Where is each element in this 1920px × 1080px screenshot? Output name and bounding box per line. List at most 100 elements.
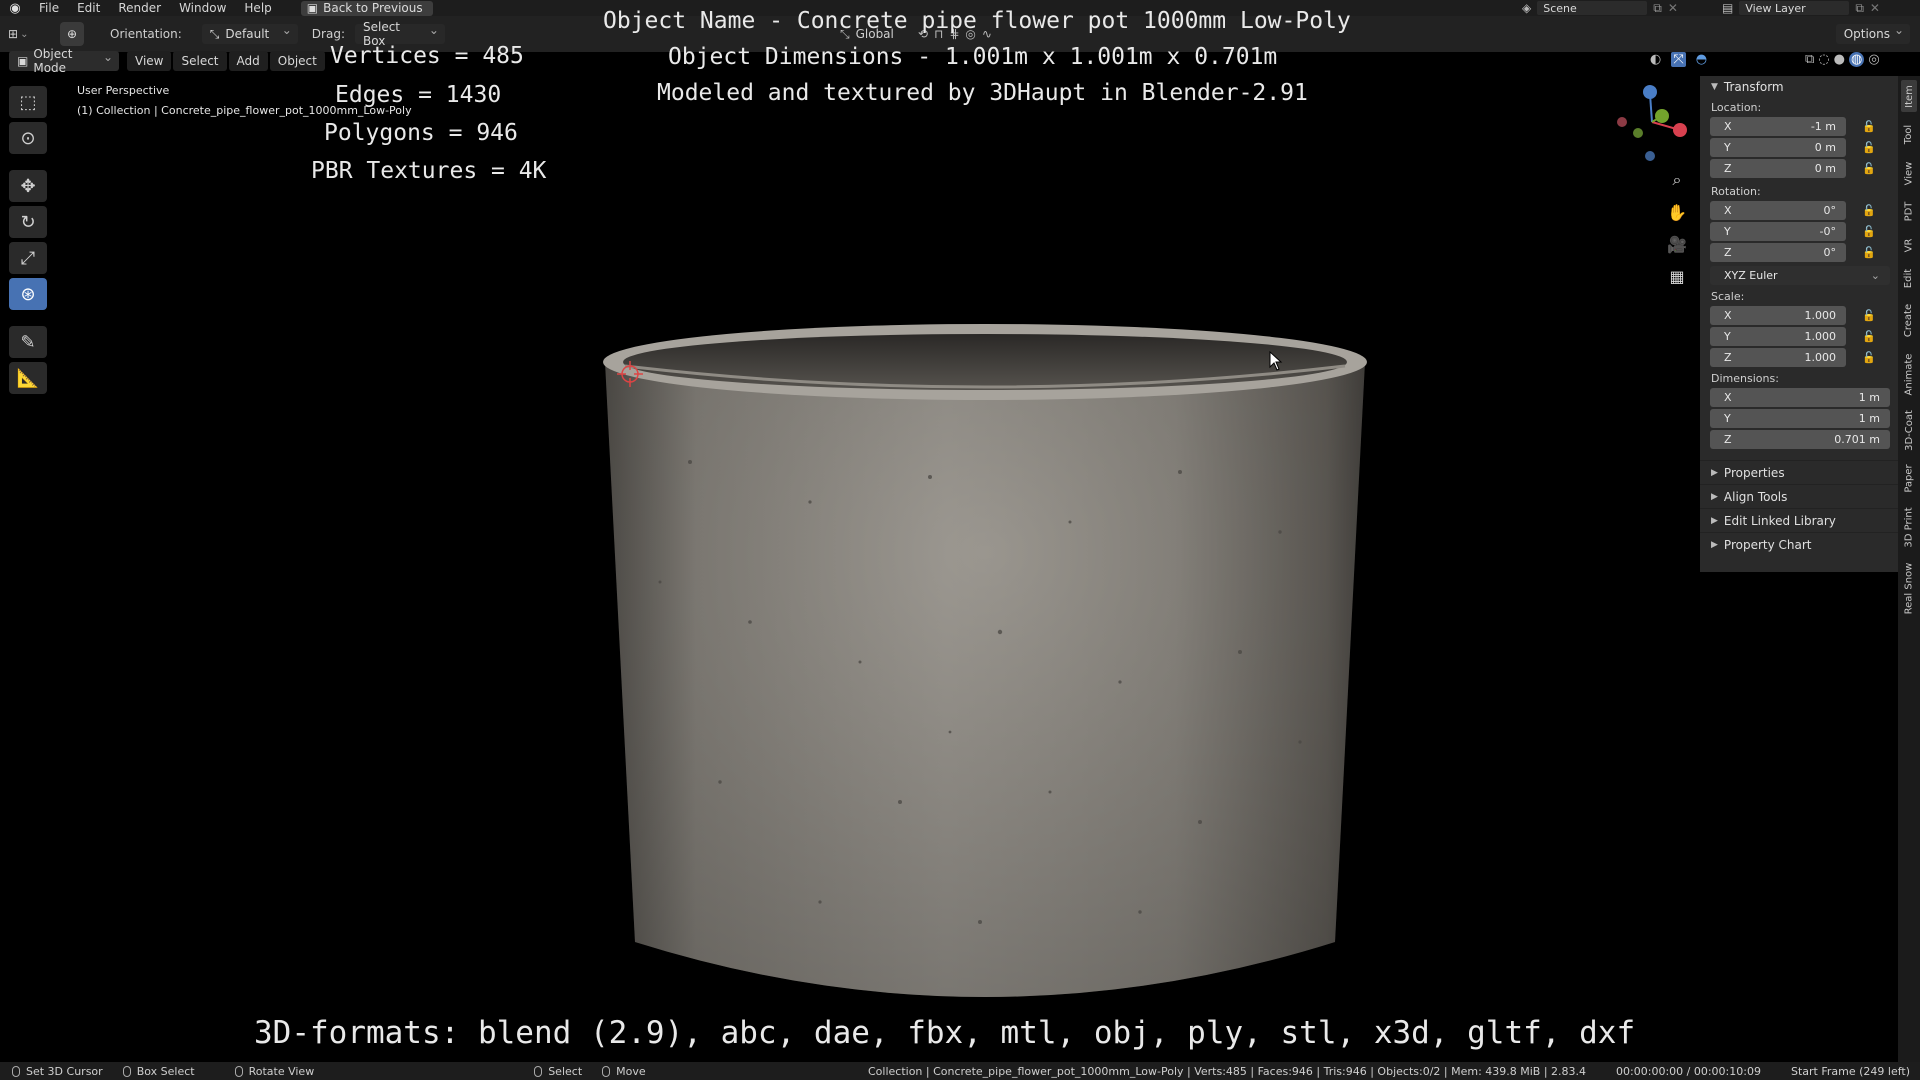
orientation-dropdown[interactable]: ⤡ Default [201, 23, 298, 44]
back-to-previous-button[interactable]: ▣ Back to Previous [300, 0, 433, 16]
delete-view-layer-icon[interactable]: ✕ [1870, 1, 1880, 15]
navigation-gizmo[interactable] [1610, 82, 1690, 166]
gizmo-toggle-icon[interactable]: ⤧ [1671, 52, 1686, 67]
property-chart-panel-header[interactable]: ▶ Property Chart [1700, 532, 1898, 556]
tab-item[interactable]: Item [1901, 80, 1917, 112]
zoom-icon[interactable]: ⌕ [1662, 168, 1692, 192]
transform-tool-icon[interactable]: ⊛ [9, 278, 47, 310]
material-shading-icon[interactable]: ◍ [1848, 52, 1865, 67]
scale-z-field[interactable]: Z 1.000 [1710, 347, 1846, 367]
measure-tool-icon[interactable]: 📐 [9, 362, 47, 394]
tab-3d-coat[interactable]: 3D-Coat [1901, 406, 1917, 454]
menu-render[interactable]: Render [109, 0, 170, 16]
rendered-shading-icon[interactable]: ◎ [1868, 52, 1879, 67]
properties-panel-header[interactable]: ▶ Properties [1700, 460, 1898, 484]
menu-window[interactable]: Window [170, 0, 235, 16]
tab-paper[interactable]: Paper [1901, 460, 1917, 496]
cursor-tool-icon[interactable]: ⊙ [9, 122, 47, 154]
lock-icon[interactable]: 🔓 [1862, 162, 1876, 175]
sidebar-tabs: Item Tool View PDT VR Edit Create Animat… [1898, 76, 1920, 1064]
viewport-overlay-controls: ◐ ⤧ ◓ [1650, 52, 1707, 67]
camera-view-icon[interactable]: 🎥 [1662, 232, 1692, 256]
dimensions-x-field[interactable]: X1 m [1710, 387, 1890, 407]
object-mode-icon: ▣ [17, 54, 29, 68]
lock-icon[interactable]: 🔓 [1862, 351, 1876, 364]
menu-help[interactable]: Help [235, 0, 280, 16]
tab-animate[interactable]: Animate [1901, 348, 1917, 400]
overlay-polygons: Polygons = 946 [324, 120, 518, 146]
scale-tool-icon[interactable]: ⤢ [9, 242, 47, 274]
options-dropdown[interactable]: Options [1835, 23, 1910, 44]
rotate-tool-icon[interactable]: ↻ [9, 206, 47, 238]
tab-view[interactable]: View [1901, 156, 1917, 190]
menu-file[interactable]: File [30, 0, 68, 16]
xray-icon[interactable]: ⧉ [1805, 52, 1814, 67]
menu-view[interactable]: View [127, 51, 172, 71]
select-box-tool-icon[interactable]: ⬚ [9, 86, 47, 118]
rotation-mode-dropdown[interactable]: XYZ Euler ⌄ [1710, 265, 1890, 285]
menu-add[interactable]: Add [228, 51, 268, 71]
lock-icon[interactable]: 🔓 [1862, 309, 1876, 322]
overlay-pbr-textures: PBR Textures = 4K [311, 158, 547, 184]
location-z-field[interactable]: Z0 m [1710, 158, 1846, 178]
solid-shading-icon[interactable]: ● [1834, 52, 1845, 67]
location-y-field[interactable]: Y0 m [1710, 137, 1846, 157]
rotation-x-field[interactable]: X 0° [1710, 200, 1846, 220]
scale-x-field[interactable]: X 1.000 [1710, 305, 1846, 325]
dimensions-y-field[interactable]: Y1 m [1710, 408, 1890, 428]
scene-selector[interactable]: ◈ Scene ⧉ ✕ [1522, 0, 1678, 16]
delete-scene-icon[interactable]: ✕ [1668, 1, 1678, 15]
location-x-field[interactable]: X -1 m [1710, 116, 1846, 136]
view-layer-name-field[interactable]: View Layer [1739, 1, 1850, 15]
dimensions-z-field[interactable]: Z 0.701 m [1710, 429, 1890, 449]
tab-edit[interactable]: Edit [1901, 264, 1917, 292]
scale-y-field[interactable]: Y 1.000 [1710, 326, 1846, 346]
rotation-z-field[interactable]: Z 0° [1710, 242, 1846, 262]
new-view-layer-icon[interactable]: ⧉ [1855, 1, 1864, 16]
scene-name-field[interactable]: Scene [1537, 1, 1648, 15]
view-layer-selector[interactable]: ▤ View Layer ⧉ ✕ [1722, 0, 1880, 16]
tab-vr[interactable]: VR [1901, 232, 1917, 258]
tab-real-snow[interactable]: Real Snow [1901, 558, 1917, 618]
blender-logo-icon[interactable]: ◉ [0, 0, 30, 16]
menu-select[interactable]: Select [173, 51, 227, 71]
move-tool-icon[interactable]: ✥ [9, 170, 47, 202]
pan-hand-icon[interactable]: ✋ [1662, 200, 1692, 224]
options-label: Options [1843, 27, 1890, 41]
tab-pdt[interactable]: PDT [1901, 196, 1917, 226]
editor-type-dropdown[interactable]: ⊞ ⌄ [8, 24, 52, 44]
overlay-modeled-by: Modeled and textured by 3DHaupt in Blend… [657, 80, 1308, 106]
lock-icon[interactable]: 🔓 [1862, 246, 1876, 259]
align-tools-panel-header[interactable]: ▶ Align Tools [1700, 484, 1898, 508]
tab-3d-print[interactable]: 3D Print [1901, 502, 1917, 552]
overlay-3d-formats: 3D-formats: blend (2.9), abc, dae, fbx, … [254, 1015, 1636, 1051]
annotate-tool-icon[interactable]: ✎ [9, 326, 47, 358]
drag-dropdown[interactable]: Select Box [354, 20, 445, 48]
lock-icon[interactable]: 🔓 [1862, 225, 1876, 238]
mode-dropdown[interactable]: ▣ Object Mode [9, 47, 119, 75]
rotation-label: Rotation: [1711, 184, 1761, 198]
lock-icon[interactable]: 🔓 [1862, 330, 1876, 343]
transform-panel-header[interactable]: ▼ Transform [1700, 76, 1898, 98]
menu-object[interactable]: Object [269, 51, 325, 71]
dimensions-label: Dimensions: [1711, 371, 1779, 385]
navigation-controls: ⌕ ✋ 🎥 ▦ [1662, 168, 1692, 288]
rotation-y-field[interactable]: Y -0° [1710, 221, 1846, 241]
overlay-toggle-icon[interactable]: ◓ [1696, 52, 1707, 67]
3d-viewport[interactable] [0, 72, 1700, 1060]
edit-linked-library-panel-header[interactable]: ▶ Edit Linked Library [1700, 508, 1898, 532]
ortho-grid-icon[interactable]: ▦ [1662, 264, 1692, 288]
tab-tool[interactable]: Tool [1901, 118, 1917, 150]
mode-value: Object Mode [33, 47, 73, 75]
active-tool-icon[interactable]: ⊕ [60, 22, 84, 46]
lock-icon[interactable]: 🔓 [1862, 141, 1876, 154]
visibility-icon[interactable]: ◐ [1650, 52, 1661, 67]
lock-icon[interactable]: 🔓 [1862, 120, 1876, 133]
lock-icon[interactable]: 🔓 [1862, 204, 1876, 217]
new-scene-icon[interactable]: ⧉ [1653, 1, 1662, 16]
wireframe-shading-icon[interactable]: ◌ [1818, 52, 1829, 67]
menu-edit[interactable]: Edit [68, 0, 109, 16]
tab-create[interactable]: Create [1901, 298, 1917, 342]
status-box-select: Box Select [122, 1065, 195, 1078]
status-scene-stats: Collection | Concrete_pipe_flower_pot_10… [867, 1064, 1587, 1078]
